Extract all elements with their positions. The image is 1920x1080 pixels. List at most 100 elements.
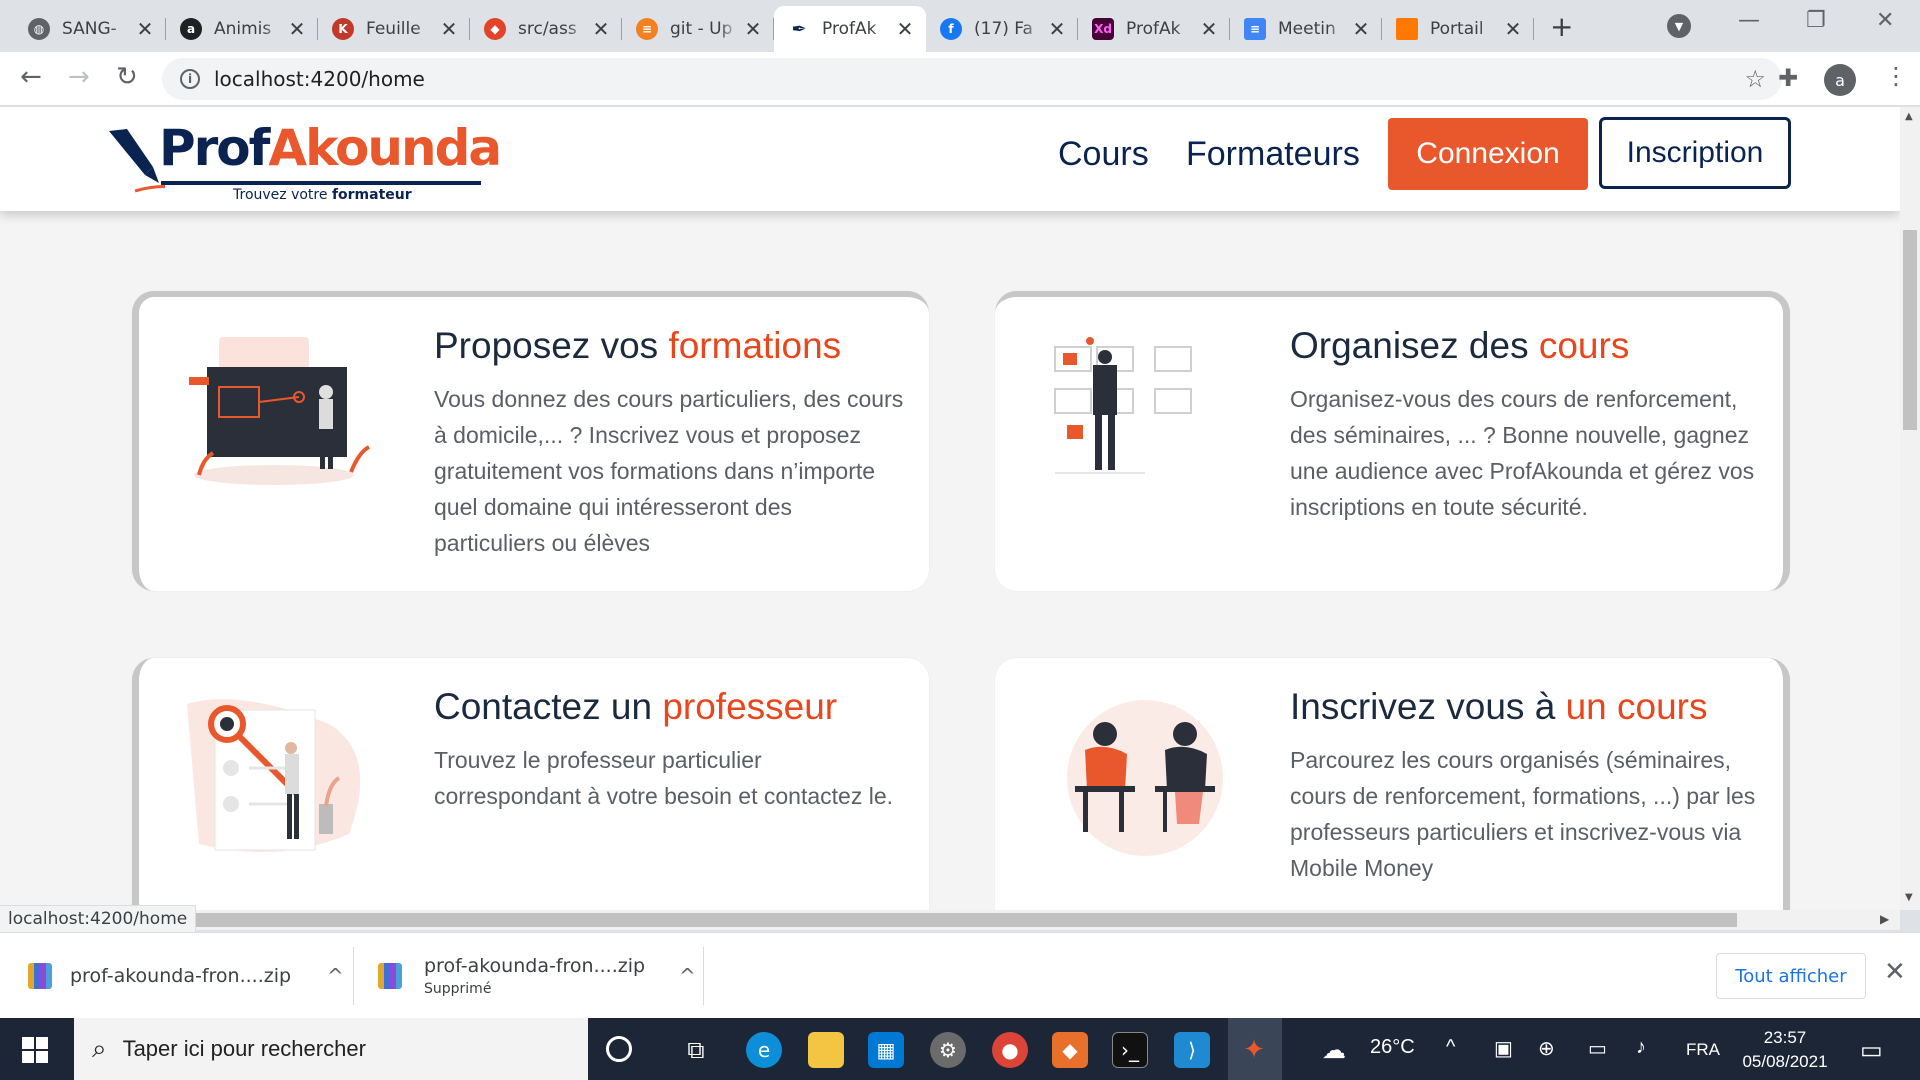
tab-search-icon[interactable]: ▼ <box>1667 14 1691 38</box>
forward-icon[interactable]: → <box>68 62 90 92</box>
tab-title: ProfAk <box>822 19 877 39</box>
address-url[interactable]: localhost:4200/home <box>214 67 425 91</box>
close-tab-icon[interactable]: ✕ <box>1046 17 1068 41</box>
postman-icon[interactable]: ✦ <box>1236 1032 1272 1068</box>
browser-tab[interactable]: Xd ProfAk ✕ <box>1078 6 1230 52</box>
pen-logo-icon <box>109 129 165 193</box>
notification-center-icon[interactable]: ▭ <box>1860 1036 1883 1065</box>
browser-tab[interactable]: ≡ Meetin ✕ <box>1230 6 1382 52</box>
browser-tab[interactable]: ≡ git - Up ✕ <box>622 6 774 52</box>
nav-link-cours[interactable]: Cours <box>1058 135 1149 174</box>
clock-time: 23:57 <box>1763 1028 1807 1047</box>
task-view-icon[interactable]: ⧉ <box>678 1032 714 1068</box>
window-close-icon[interactable]: ✕ <box>1876 8 1894 33</box>
horizontal-scrollbar[interactable]: ▶ <box>0 910 1900 930</box>
reload-icon[interactable]: ↻ <box>116 62 138 92</box>
close-tab-icon[interactable]: ✕ <box>742 17 764 41</box>
weather-temperature[interactable]: 26°C <box>1370 1036 1415 1059</box>
logo-wordmark: ProfAkounda <box>159 119 502 177</box>
edge-icon[interactable]: e <box>746 1032 782 1068</box>
tray-chevron-up-icon[interactable]: ^ <box>1446 1036 1455 1059</box>
adobe-xd-icon: Xd <box>1092 18 1114 40</box>
students-studying-illustration <box>1067 700 1223 856</box>
chevron-up-icon[interactable]: ^ <box>679 964 696 988</box>
battery-icon[interactable]: ▭ <box>1588 1036 1607 1061</box>
signup-button[interactable]: Inscription <box>1599 117 1791 189</box>
scroll-right-arrow-icon[interactable]: ▶ <box>1880 912 1889 926</box>
browser-tab-strip: ◍ SANG- ✕ a Animis ✕ K Feuille ✕ ◆ src/a… <box>0 0 1920 52</box>
feature-card-professeur: Contactez un professeur Trouvez le profe… <box>132 658 929 910</box>
browser-tab-active[interactable]: ✒ ProfAk ✕ <box>774 6 926 52</box>
extensions-icon[interactable]: ✚ <box>1778 64 1798 92</box>
close-tab-icon[interactable]: ✕ <box>134 17 156 41</box>
minimize-icon[interactable]: — <box>1738 8 1760 33</box>
download-filename: prof-akounda-fron....zip <box>70 965 292 987</box>
clock-date: 05/08/2021 <box>1742 1052 1828 1071</box>
close-tab-icon[interactable]: ✕ <box>286 17 308 41</box>
browser-tab[interactable]: ◆ src/ass ✕ <box>470 6 622 52</box>
chevron-up-icon[interactable]: ^ <box>327 964 344 988</box>
planning-board-illustration <box>1054 337 1192 474</box>
address-bar[interactable]: i localhost:4200/home ☆ <box>162 58 1782 100</box>
horizontal-scroll-thumb[interactable] <box>185 913 1737 927</box>
close-tab-icon[interactable]: ✕ <box>438 17 460 41</box>
close-tab-icon[interactable]: ✕ <box>590 17 612 41</box>
feature-card-inscription: Inscrivez vous à un cours Parcourez les … <box>995 658 1790 910</box>
settings-gear-icon[interactable]: ⚙ <box>930 1032 966 1068</box>
bookmark-star-icon[interactable]: ☆ <box>1744 65 1766 93</box>
chrome-icon[interactable]: ● <box>992 1032 1028 1068</box>
device-icon[interactable]: ▣ <box>1494 1036 1513 1061</box>
browser-toolbar: ← → ↻ i localhost:4200/home ☆ ✚ a ⋮ <box>0 52 1920 106</box>
menu-kebab-icon[interactable]: ⋮ <box>1884 62 1908 90</box>
volume-icon[interactable]: ♪ <box>1636 1036 1646 1059</box>
close-tab-icon[interactable]: ✕ <box>894 17 916 41</box>
terminal-icon[interactable]: ›_ <box>1112 1032 1148 1068</box>
tab-title: Portail <box>1430 19 1484 39</box>
restore-icon[interactable]: ❐ <box>1806 8 1826 33</box>
download-item[interactable]: prof-akounda-fron....zip Supprimé ^ <box>378 933 704 1019</box>
search-teacher-illustration <box>187 699 361 852</box>
close-tab-icon[interactable]: ✕ <box>1198 17 1220 41</box>
nav-link-formateurs[interactable]: Formateurs <box>1186 135 1360 174</box>
close-downloads-icon[interactable]: ✕ <box>1884 957 1906 987</box>
browser-tab[interactable]: Portail ✕ <box>1382 6 1534 52</box>
pen-icon: ✒ <box>791 18 807 40</box>
microsoft-store-icon[interactable]: ▦ <box>868 1032 904 1068</box>
taskbar-search-box[interactable]: ⌕ Taper ici pour rechercher <box>74 1018 588 1080</box>
cortana-icon[interactable] <box>606 1036 632 1062</box>
new-tab-icon[interactable]: + <box>1550 10 1573 43</box>
weather-cloud-icon[interactable]: ☁ <box>1322 1036 1346 1065</box>
vscode-icon[interactable]: ⟩ <box>1174 1032 1210 1068</box>
tab-title: Feuille <box>366 19 421 39</box>
vertical-scrollbar[interactable]: ▲ ▼ <box>1900 107 1920 910</box>
vertical-scroll-thumb[interactable] <box>1903 230 1917 430</box>
card-title: Inscrivez vous à un cours <box>1290 686 1708 727</box>
card-description: Vous donnez des cours particuliers, des … <box>434 386 904 556</box>
browser-tab[interactable]: ◍ SANG- ✕ <box>14 6 166 52</box>
back-icon[interactable]: ← <box>20 62 42 92</box>
network-globe-icon[interactable]: ⊕ <box>1538 1036 1555 1061</box>
profakounda-logo[interactable]: ProfAkounda Trouvez votre formateur <box>105 119 502 203</box>
scroll-up-arrow-icon[interactable]: ▲ <box>1905 111 1913 122</box>
scroll-down-arrow-icon[interactable]: ▼ <box>1905 892 1913 903</box>
zip-archive-icon <box>28 963 52 989</box>
close-tab-icon[interactable]: ✕ <box>1350 17 1372 41</box>
file-explorer-icon[interactable] <box>808 1032 844 1068</box>
teacher-board-illustration <box>189 337 371 485</box>
browser-tab[interactable]: a Animis ✕ <box>166 6 318 52</box>
google-docs-icon: ≡ <box>1244 18 1266 40</box>
git-kraken-icon[interactable]: ◆ <box>1052 1032 1088 1068</box>
login-button[interactable]: Connexion <box>1388 118 1588 190</box>
card-description: Parcourez les cours organisés (séminaire… <box>1290 747 1756 881</box>
language-indicator[interactable]: FRA <box>1686 1040 1720 1060</box>
browser-tab[interactable]: f (17) Fa ✕ <box>926 6 1078 52</box>
profile-avatar[interactable]: a <box>1824 64 1856 96</box>
taskbar-clock[interactable]: 23:57 05/08/2021 <box>1740 1026 1830 1074</box>
show-all-downloads-button[interactable]: Tout afficher <box>1716 953 1866 999</box>
search-icon: ⌕ <box>92 1033 107 1064</box>
browser-tab[interactable]: K Feuille ✕ <box>318 6 470 52</box>
windows-start-icon[interactable] <box>22 1037 48 1063</box>
download-item[interactable]: prof-akounda-fron....zip ^ <box>28 933 354 1019</box>
site-info-icon[interactable]: i <box>180 69 200 89</box>
close-tab-icon[interactable]: ✕ <box>1502 17 1524 41</box>
